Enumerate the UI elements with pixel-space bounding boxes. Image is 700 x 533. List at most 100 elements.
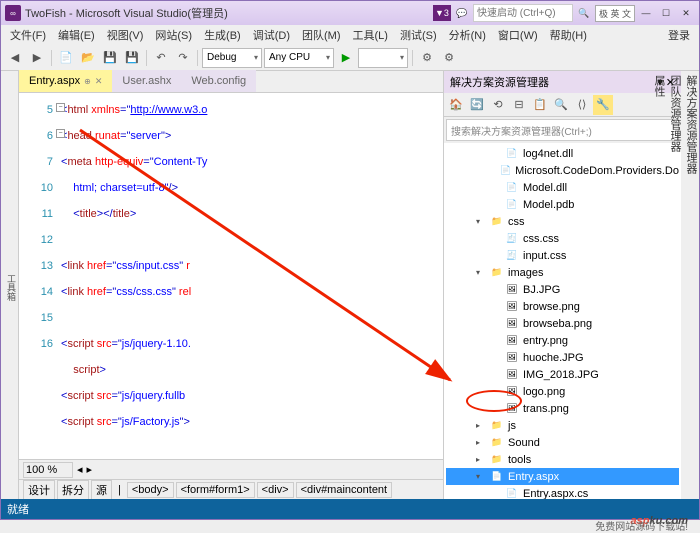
- solution-toolbar: 🏠 🔄 ⟲ ⊟ 📋 🔍 ⟨⟩ 🔧: [444, 93, 681, 117]
- search-icon[interactable]: 🔍: [575, 5, 593, 21]
- toolbar-extra-1[interactable]: ⚙: [417, 48, 437, 68]
- tree-item[interactable]: 🖼browse.png: [446, 298, 679, 315]
- menu-window[interactable]: 窗口(W): [493, 25, 543, 45]
- bc-form[interactable]: <form#form1>: [176, 482, 255, 498]
- bc-body[interactable]: <body>: [127, 482, 174, 498]
- tree-item[interactable]: 📄Model.dll: [446, 179, 679, 196]
- toolbox-strip[interactable]: 工具箱: [1, 71, 19, 499]
- pin-icon[interactable]: ⊕: [84, 77, 91, 86]
- panel-title: 解决方案资源管理器 ▾ ✕: [444, 71, 681, 93]
- feedback-icon[interactable]: 💬: [453, 5, 471, 21]
- line-gutter: 5−6−710111213141516: [19, 93, 59, 459]
- nav-left-icon[interactable]: ◂: [77, 463, 83, 476]
- vs-window: ∞ TwoFish - Microsoft Visual Studio(管理员)…: [0, 0, 700, 520]
- start-debug-icon[interactable]: ▶: [336, 48, 356, 68]
- bc-div[interactable]: <div>: [257, 482, 294, 498]
- solution-explorer: 解决方案资源管理器 ▾ ✕ 🏠 🔄 ⟲ ⊟ 📋 🔍 ⟨⟩ 🔧 搜索解决方案资源管…: [443, 71, 681, 499]
- tree-item[interactable]: 🖼entry.png: [446, 332, 679, 349]
- config-combo[interactable]: Debug: [202, 48, 262, 68]
- quick-launch-input[interactable]: [473, 4, 573, 22]
- tree-item[interactable]: 📄log4net.dll: [446, 145, 679, 162]
- right-side-tabs[interactable]: 解决方案资源管理器 团队资源管理器 属性: [681, 71, 699, 499]
- menu-tools[interactable]: 工具(L): [348, 25, 393, 45]
- tab-properties[interactable]: 属性: [651, 75, 667, 499]
- browser-combo[interactable]: [358, 48, 408, 68]
- tab-entry-aspx[interactable]: Entry.aspx⊕✕: [19, 70, 112, 92]
- show-all-icon[interactable]: 📋: [530, 95, 550, 115]
- menu-debug[interactable]: 调试(D): [248, 25, 295, 45]
- bc-maincontent[interactable]: <div#maincontent: [296, 482, 393, 498]
- tree-item[interactable]: ▾📄Entry.aspx: [446, 468, 679, 485]
- tree-item[interactable]: 📄Entry.aspx.cs: [446, 485, 679, 499]
- tree-item[interactable]: 📄Microsoft.CodeDom.Providers.Do: [446, 162, 679, 179]
- close-tab-icon[interactable]: ✕: [95, 76, 103, 87]
- menu-edit[interactable]: 编辑(E): [53, 25, 100, 45]
- tree-item[interactable]: 🖼browseba.png: [446, 315, 679, 332]
- undo-icon[interactable]: ↶: [151, 48, 171, 68]
- menu-team[interactable]: 团队(M): [297, 25, 346, 45]
- menu-help[interactable]: 帮助(H): [545, 25, 592, 45]
- tree-item[interactable]: 🖼IMG_2018.JPG: [446, 366, 679, 383]
- login-link[interactable]: 登录: [663, 25, 695, 45]
- content-area: 工具箱 Entry.aspx⊕✕ User.ashx Web.config 5−…: [1, 71, 699, 499]
- new-project-icon[interactable]: 📄: [56, 48, 76, 68]
- tree-item[interactable]: 📄Model.pdb: [446, 196, 679, 213]
- preview-icon[interactable]: ⟨⟩: [572, 95, 592, 115]
- solution-search[interactable]: 搜索解决方案资源管理器(Ctrl+;): [446, 119, 679, 141]
- save-icon[interactable]: 💾: [100, 48, 120, 68]
- tree-item[interactable]: ▸📁js: [446, 417, 679, 434]
- code-area[interactable]: 5−6−710111213141516 <html xmlns="http://…: [19, 93, 443, 459]
- menu-website[interactable]: 网站(S): [150, 25, 197, 45]
- menu-build[interactable]: 生成(B): [199, 25, 246, 45]
- toolbar-extra-2[interactable]: ⚙: [439, 48, 459, 68]
- view-source[interactable]: 源: [91, 480, 112, 500]
- code-lines[interactable]: <html xmlns="http://www.w3.o<head runat=…: [59, 93, 443, 459]
- menu-test[interactable]: 测试(S): [395, 25, 442, 45]
- refresh-icon[interactable]: 🔄: [467, 95, 487, 115]
- menu-file[interactable]: 文件(F): [5, 25, 51, 45]
- tab-team-explorer[interactable]: 团队资源管理器: [667, 75, 683, 499]
- statusbar: 就绪: [1, 499, 699, 519]
- redo-icon[interactable]: ↷: [173, 48, 193, 68]
- tree-item[interactable]: ▾📁images: [446, 264, 679, 281]
- titlebar: ∞ TwoFish - Microsoft Visual Studio(管理员)…: [1, 1, 699, 25]
- notif-icon[interactable]: ▼3: [433, 5, 451, 21]
- tree-item[interactable]: 🖼trans.png: [446, 400, 679, 417]
- tree-item[interactable]: ▸📁tools: [446, 451, 679, 468]
- tree-item[interactable]: ▸📁Sound: [446, 434, 679, 451]
- zoom-field[interactable]: 100 %: [23, 462, 73, 478]
- save-all-icon[interactable]: 💾: [122, 48, 142, 68]
- nav-right-icon[interactable]: ▸: [87, 463, 93, 476]
- open-icon[interactable]: 📂: [78, 48, 98, 68]
- nav-fwd-icon[interactable]: ▶: [27, 48, 47, 68]
- minimize-button[interactable]: —: [637, 5, 655, 21]
- view-split[interactable]: 拆分: [57, 480, 89, 500]
- menu-view[interactable]: 视图(V): [102, 25, 149, 45]
- ime-badge[interactable]: 极 英 文: [595, 5, 635, 22]
- menubar: 文件(F) 编辑(E) 视图(V) 网站(S) 生成(B) 调试(D) 团队(M…: [1, 25, 699, 45]
- nav-back-icon[interactable]: ◀: [5, 48, 25, 68]
- tab-web-config[interactable]: Web.config: [181, 70, 256, 92]
- tree-item[interactable]: 🖼huoche.JPG: [446, 349, 679, 366]
- solution-tree[interactable]: 📄log4net.dll📄Microsoft.CodeDom.Providers…: [444, 143, 681, 499]
- sync-icon[interactable]: ⟲: [488, 95, 508, 115]
- tab-solution-explorer[interactable]: 解决方案资源管理器: [683, 75, 699, 499]
- tab-user-ashx[interactable]: User.ashx: [112, 70, 181, 92]
- home-icon[interactable]: 🏠: [446, 95, 466, 115]
- main-toolbar: ◀ ▶ 📄 📂 💾 💾 ↶ ↷ Debug Any CPU ▶ ⚙ ⚙: [1, 45, 699, 71]
- tree-item[interactable]: 🧾input.css: [446, 247, 679, 264]
- platform-combo[interactable]: Any CPU: [264, 48, 334, 68]
- tree-item[interactable]: 🖼BJ.JPG: [446, 281, 679, 298]
- collapse-all-icon[interactable]: ⊟: [509, 95, 529, 115]
- vs-icon: ∞: [5, 5, 21, 21]
- tree-item[interactable]: 🧾css.css: [446, 230, 679, 247]
- properties-icon[interactable]: 🔍: [551, 95, 571, 115]
- tree-item[interactable]: ▾📁css: [446, 213, 679, 230]
- tree-item[interactable]: 🖼logo.png: [446, 383, 679, 400]
- maximize-button[interactable]: ☐: [657, 5, 675, 21]
- view-design[interactable]: 设计: [23, 480, 55, 500]
- menu-analyze[interactable]: 分析(N): [444, 25, 491, 45]
- wrench-icon[interactable]: 🔧: [593, 95, 613, 115]
- design-view-bar: 设计 拆分 源 | <body> <form#form1> <div> <div…: [19, 479, 443, 499]
- close-button[interactable]: ✕: [677, 5, 695, 21]
